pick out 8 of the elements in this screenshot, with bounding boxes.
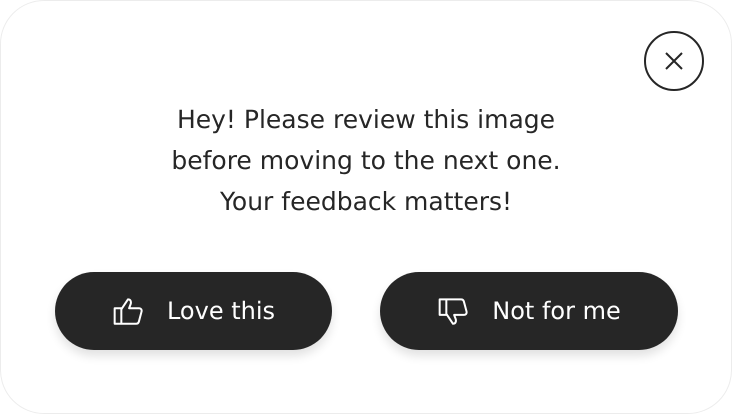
dislike-button[interactable]: Not for me [380,272,678,350]
like-button[interactable]: Love this [54,272,332,350]
thumbs-up-icon [110,296,145,326]
thumbs-down-icon [436,296,470,326]
message-text: Your feedback matters! [220,186,512,218]
close-icon [664,51,684,71]
message-text: Hey! Please review this image [176,104,556,136]
message-text: before moving to the next one. [171,145,561,177]
